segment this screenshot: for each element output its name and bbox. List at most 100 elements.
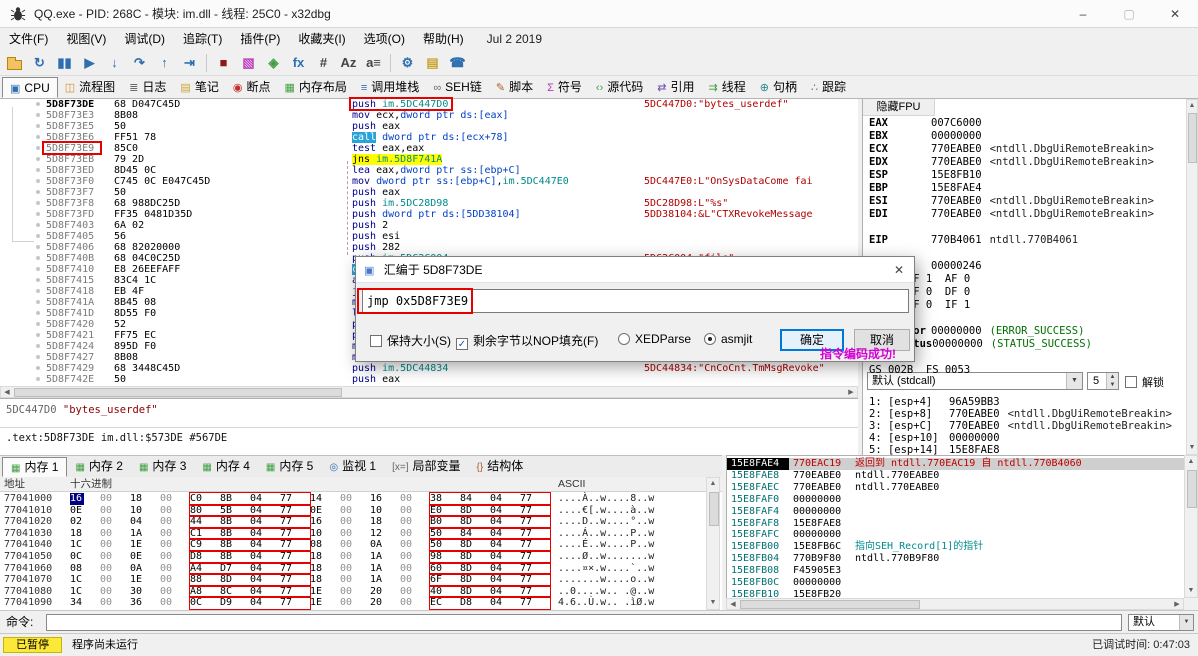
stack-vscrollbar[interactable] [1184, 455, 1198, 598]
assemble-instruction-input[interactable] [362, 289, 909, 313]
stack-row[interactable]: 15E8FAE4 770EAC19 返回到 ntdll.770EAC19 自 ntd… [727, 458, 1184, 470]
scroll-thumb[interactable] [1188, 113, 1197, 163]
dump-row[interactable]: 77041000 16 00 18 00 C0 8B 04 77 14 00 16 00 38 84 04 77… [0, 492, 722, 506]
disasm-row[interactable]: 5D8F73F8 68 988DC25D push im.5DC28D98 5DC28… [0, 198, 858, 209]
bottom-tab-mem2[interactable]: ▦ 内存 2 [67, 457, 130, 477]
dump-row[interactable]: 77041090 34 00 36 00 0C D9 04 77 1E 00 20 00 EC D8 04 77… [0, 596, 722, 610]
disasm-row[interactable]: 5D8F742E 50 push eax [0, 374, 858, 385]
tab-symbols[interactable]: Σ 符号 [540, 77, 589, 98]
scroll-down-icon[interactable] [1185, 585, 1197, 597]
stack-row[interactable]: 15E8FAEC 770EABE0 ntdll.770EABE0 [727, 482, 1184, 494]
disasm-row[interactable]: 5D8F73E3 8B08 mov ecx,dword ptr ds:[eax] [0, 110, 858, 121]
disasm-row[interactable]: 5D8F73E9 85C0 test eax,eax [0, 143, 858, 154]
keep-size-checkbox[interactable]: 保持大小(S) [370, 332, 451, 349]
tab-script[interactable]: ✎ 脚本 [489, 77, 540, 98]
run-to-cursor-button[interactable]: ⇥ [177, 52, 202, 74]
disasm-row[interactable]: 5D8F73F7 50 push eax [0, 187, 858, 198]
register-row[interactable]: ESI 770EABE0 <ntdll.DbgUiRemoteBreakin> [869, 195, 1154, 208]
chevron-down-icon[interactable]: ▼ [1066, 373, 1082, 389]
disasm-row[interactable]: 5D8F73FD FF35 0481D35D push dword ptr ds:[… [0, 209, 858, 220]
dump-row[interactable]: 77041010 0E 00 10 00 80 5B 04 77 0E 00 10 00 E0 8D 04 77… [0, 503, 722, 518]
nop-fill-checkbox[interactable]: 剩余字节以NOP填充(F) [456, 332, 598, 350]
scroll-up-icon[interactable] [1187, 100, 1197, 112]
scroll-down-icon[interactable] [1187, 442, 1197, 454]
comment-button[interactable]: a≡ [361, 52, 386, 74]
menu-item-6[interactable]: 收藏夹(I) [289, 28, 354, 50]
menu-item-4[interactable]: 追踪(T) [174, 28, 231, 50]
disasm-row[interactable]: 5D8F7406 68 82020000 push 282 [0, 242, 858, 253]
stack-row[interactable]: 15E8FAF4 00000000 [727, 506, 1184, 518]
tab-references[interactable]: ⇄ 引用 [650, 77, 701, 98]
register-row[interactable]: EBX 00000000 [869, 130, 982, 143]
disasm-row[interactable]: 5D8F73DE 68 D047C45D push im.5DC447D0 5DC44… [0, 99, 858, 110]
pause-button[interactable]: ▮▮ [52, 52, 77, 74]
tab-threads[interactable]: ⇉ 线程 [701, 77, 752, 98]
arg-count-stepper[interactable]: 5 ▲ ▼ [1087, 372, 1119, 390]
tab-notes[interactable]: ▤ 笔记 [173, 77, 225, 98]
disasm-hscrollbar[interactable] [0, 386, 858, 398]
calculator-button[interactable]: # [311, 52, 336, 74]
stack-row[interactable]: 15E8FB04 770B9F80 ntdll.770B9F80 [727, 553, 1184, 565]
help-button[interactable]: ☎ [445, 52, 470, 74]
tab-breakpoints[interactable]: ◉ 断点 [226, 77, 278, 98]
menu-item-7[interactable]: 选项(O) [355, 28, 414, 50]
asmjit-radio[interactable]: asmjit [704, 332, 752, 346]
functions-button[interactable]: fx [286, 52, 311, 74]
disasm-row[interactable]: 5D8F73EB 79 2D jns im.5D8F741A [0, 154, 858, 165]
dump-vscrollbar[interactable] [706, 477, 720, 610]
stack-row[interactable]: 15E8FB08 F45905E3 [727, 565, 1184, 577]
menu-item-8[interactable]: 帮助(H) [414, 28, 473, 50]
stack-row[interactable]: 15E8FAFC 00000000 [727, 529, 1184, 541]
scroll-thumb[interactable] [709, 492, 719, 526]
step-over-button[interactable]: ↷ [127, 52, 152, 74]
tab-trace[interactable]: ∴ 跟踪 [804, 77, 853, 98]
register-row[interactable]: ECX 770EABE0 <ntdll.DbgUiRemoteBreakin> [869, 143, 1154, 156]
menu-item-5[interactable]: 插件(P) [231, 28, 289, 50]
tab-cpu[interactable]: ▣ CPU [2, 77, 58, 98]
tab-call-stack[interactable]: ≡ 调用堆栈 [354, 77, 426, 98]
tab-memory-map[interactable]: ▦ 内存布局 [277, 77, 353, 98]
register-row[interactable]: EDX 770EABE0 <ntdll.DbgUiRemoteBreakin> [869, 156, 1154, 169]
minimize-button[interactable]: – [1060, 0, 1106, 28]
tab-handles[interactable]: ⊕ 句柄 [753, 77, 804, 98]
settings-button[interactable]: ⚙ [395, 52, 420, 74]
tab-graph[interactable]: ◫ 流程图 [58, 77, 122, 98]
register-row[interactable]: EDI 770EABE0 <ntdll.DbgUiRemoteBreakin> [869, 208, 1154, 221]
dump-row[interactable]: 77041030 18 00 1A 00 C1 8B 04 77 10 00 12 00 50 84 04 77… [0, 526, 722, 541]
tab-log[interactable]: ≣ 日志 [122, 77, 173, 98]
chevron-down-icon[interactable]: ▼ [1179, 615, 1193, 630]
scroll-thumb[interactable] [740, 600, 920, 609]
graph-button[interactable]: ◈ [261, 52, 286, 74]
command-input[interactable] [46, 614, 1122, 631]
patches-button[interactable]: ▧ [236, 52, 261, 74]
register-row[interactable]: ESP 15E8FB10 [869, 169, 982, 182]
assemble-button[interactable]: Az [336, 52, 361, 74]
dump-row[interactable]: 77041080 1C 00 30 00 A8 8C 04 77 1E 00 20 00 40 8D 04 77… [0, 584, 722, 599]
bottom-tab-mem4[interactable]: ▦ 内存 4 [194, 457, 257, 477]
bottom-tab-mem1[interactable]: ▦ 内存 1 [2, 457, 68, 477]
registers-vscrollbar[interactable] [1186, 99, 1198, 455]
dump-row[interactable]: 77041060 08 00 0A 00 A4 D7 04 77 18 00 1A 00 60 8D 04 77… [0, 561, 722, 576]
dialog-close-icon[interactable]: ✕ [894, 257, 904, 283]
disasm-row[interactable]: 5D8F73E6 FF51 78 call dword ptr ds:[ecx+78… [0, 132, 858, 143]
stack-row[interactable]: 15E8FB0C 00000000 [727, 577, 1184, 589]
register-row[interactable]: EBP 15E8FAE4 [869, 182, 982, 195]
dump-row[interactable]: 77041040 1C 00 1E 00 C9 8B 04 77 08 00 0A 00 50 8D 04 77… [0, 538, 722, 552]
stepper-arrows-icon[interactable]: ▲ ▼ [1106, 373, 1118, 389]
dialog-title-bar[interactable]: ▣ 汇编于 5D8F73DE ✕ [356, 257, 914, 283]
bottom-tab-watch1[interactable]: ◎ 监视 1 [321, 457, 384, 477]
close-button[interactable]: ■ [211, 52, 236, 74]
menu-item-2[interactable]: 视图(V) [57, 28, 115, 50]
stack-row[interactable]: 15E8FB10 15E8FB20 [727, 589, 1184, 598]
stack-row[interactable]: 15E8FAF8 15E8FAE8 [727, 518, 1184, 530]
maximize-button[interactable]: ▢ [1106, 0, 1152, 28]
register-row[interactable]: EAX 007C6000 [869, 117, 982, 130]
close-button[interactable]: ✕ [1152, 0, 1198, 28]
command-profile-select[interactable]: 默认 ▼ [1128, 614, 1194, 631]
dump-row[interactable]: 77041050 0C 00 0E 00 D8 8B 04 77 18 00 1A 00 98 8D 04 77… [0, 550, 722, 564]
disasm-row[interactable]: 5D8F7405 56 push esi [0, 231, 858, 242]
menu-item-1[interactable]: 文件(F) [0, 28, 57, 50]
stack-arg-row[interactable]: 5: [esp+14] 15E8FAE8 [869, 444, 1000, 455]
memory-dump-pane[interactable]: 地址 十六进制 ASCII 77041000 16 00 18 00 C0 8B 04 77 14… [0, 477, 722, 610]
bottom-tab-struct[interactable]: {} 结构体 [469, 457, 532, 477]
